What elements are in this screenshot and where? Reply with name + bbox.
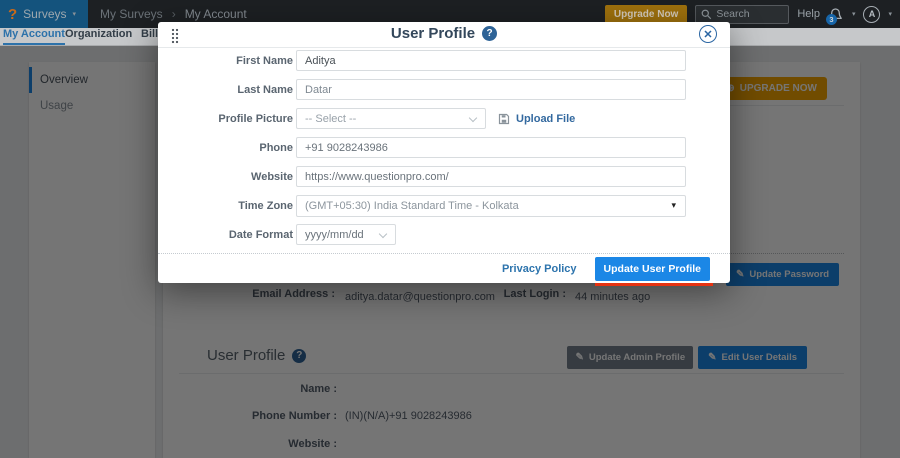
chevron-down-icon: ▾ — [888, 10, 892, 18]
modal-title: User Profile ? — [158, 25, 730, 42]
close-icon[interactable]: ✕ — [699, 25, 717, 43]
submit-wrapper: Update User Profile — [595, 257, 710, 281]
tab-organization[interactable]: Organization — [65, 28, 132, 45]
questionpro-logo-icon: ? — [8, 6, 17, 23]
upload-file-button[interactable]: Upload File — [498, 113, 575, 125]
chevron-down-icon — [469, 114, 477, 122]
help-circle-icon[interactable]: ? — [482, 26, 497, 41]
date-format-label: Date Format — [158, 229, 293, 241]
app-screen: ? Surveys ▾ My Surveys › My Account Upgr… — [0, 0, 900, 458]
last-name-input[interactable] — [296, 79, 686, 100]
profile-picture-select[interactable]: -- Select -- — [296, 108, 486, 129]
phone-input[interactable] — [296, 137, 686, 158]
chevron-down-icon — [379, 230, 387, 238]
product-switcher-surveys[interactable]: ? Surveys ▾ — [0, 0, 88, 28]
search-input[interactable] — [716, 8, 780, 20]
help-link[interactable]: Help — [797, 8, 820, 20]
annotation-underline — [595, 283, 713, 286]
notification-badge: 3 — [826, 14, 837, 25]
timezone-label: Time Zone — [158, 200, 293, 212]
website-input[interactable] — [296, 166, 686, 187]
upgrade-now-button[interactable]: Upgrade Now — [605, 5, 687, 24]
first-name-input[interactable] — [296, 50, 686, 71]
update-user-profile-button[interactable]: Update User Profile — [595, 257, 710, 281]
chevron-down-icon: ▾ — [73, 10, 77, 18]
search-icon — [701, 9, 712, 20]
breadcrumb-separator: › — [172, 7, 176, 21]
tab-my-account[interactable]: My Account — [3, 28, 65, 45]
last-name-label: Last Name — [158, 84, 293, 96]
upload-disk-icon — [498, 113, 510, 125]
breadcrumb-my-account[interactable]: My Account — [185, 7, 247, 21]
notifications-button[interactable]: 3 — [828, 6, 844, 23]
timezone-select[interactable]: (GMT+05:30) India Standard Time - Kolkat… — [296, 195, 686, 217]
avatar-initial: A — [869, 9, 876, 19]
website-label: Website — [158, 171, 293, 183]
profile-picture-label: Profile Picture — [158, 113, 293, 125]
phone-label: Phone — [158, 142, 293, 154]
avatar-menu[interactable]: A — [863, 6, 880, 23]
modal-body: First Name Last Name Profile Picture -- … — [158, 48, 730, 245]
first-name-label: First Name — [158, 55, 293, 67]
chevron-down-icon: ▾ — [852, 10, 856, 18]
user-profile-modal: User Profile ? ✕ First Name Last Name Pr… — [158, 22, 730, 283]
product-menu-label: Surveys — [23, 7, 66, 21]
breadcrumb-my-surveys[interactable]: My Surveys — [100, 7, 163, 21]
modal-footer: Privacy Policy Update User Profile — [158, 253, 730, 283]
privacy-policy-link[interactable]: Privacy Policy — [502, 263, 577, 275]
date-format-select[interactable]: yyyy/mm/dd — [296, 224, 396, 245]
caret-down-icon: ▾ — [671, 200, 676, 211]
modal-header: User Profile ? ✕ — [158, 22, 730, 48]
search-box — [695, 5, 789, 24]
